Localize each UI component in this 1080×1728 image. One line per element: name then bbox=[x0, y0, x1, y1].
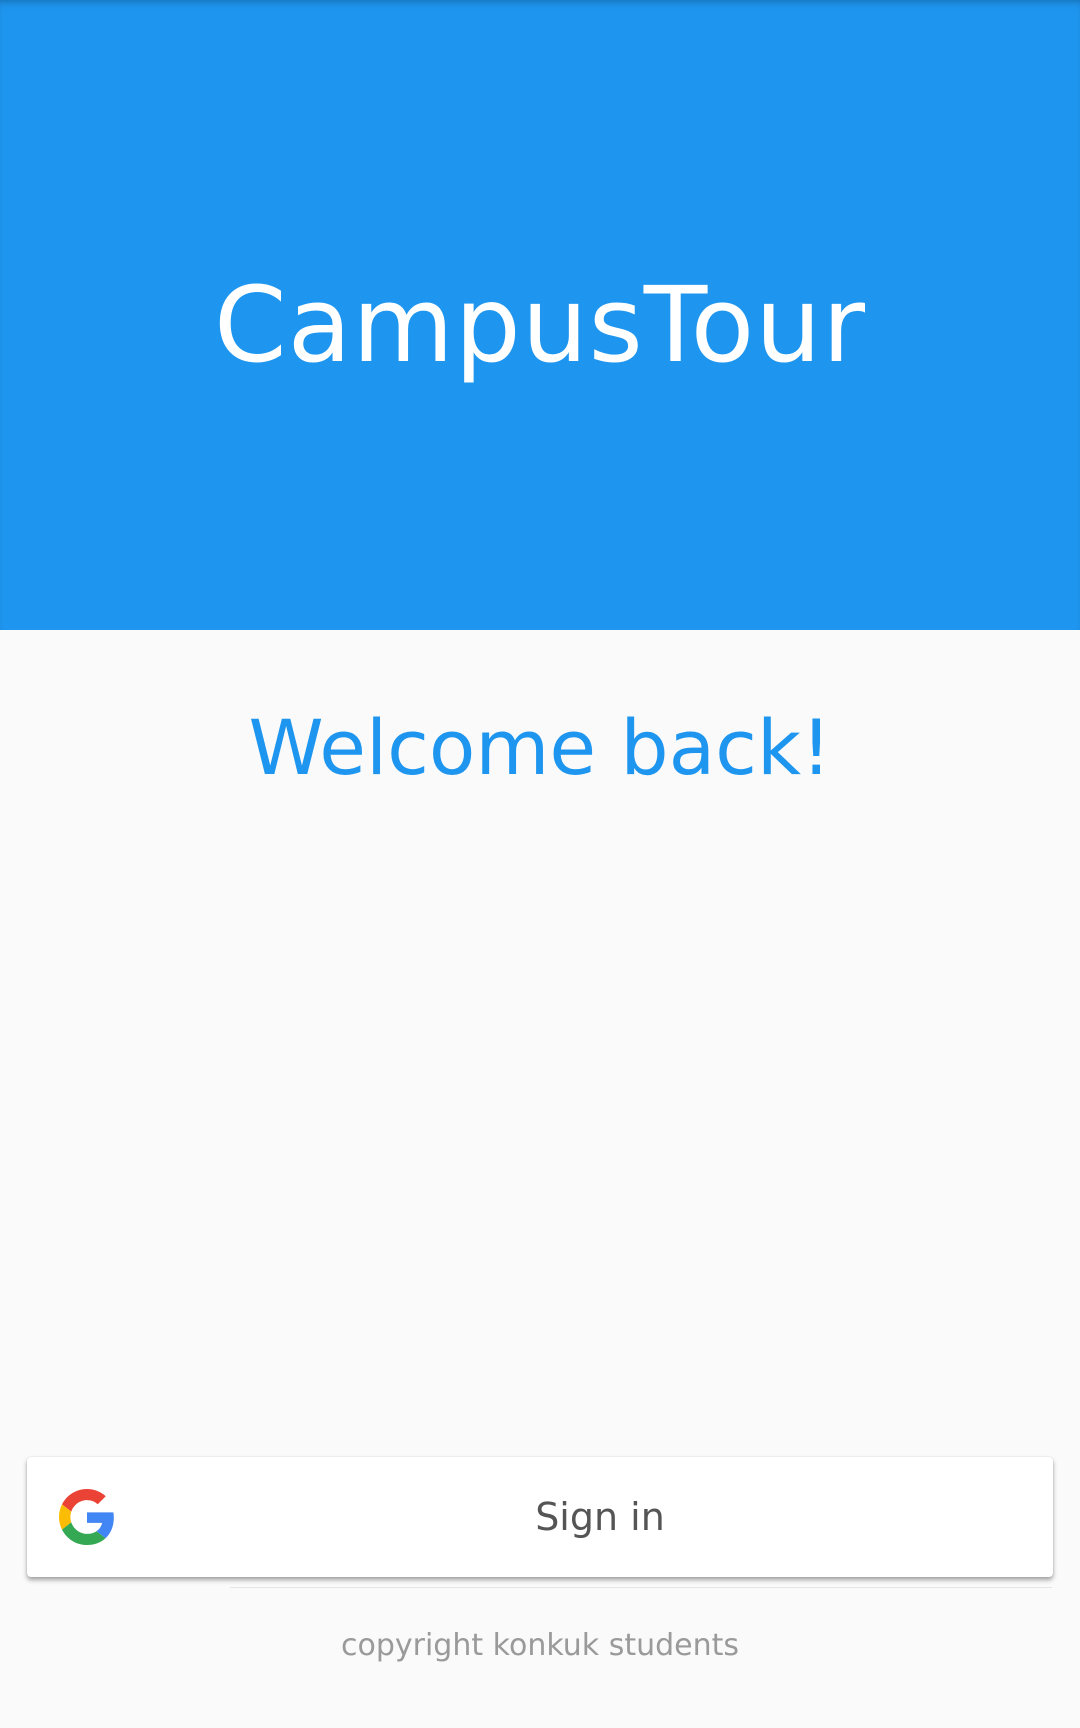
copyright-text: copyright konkuk students bbox=[340, 1628, 740, 1663]
welcome-message: Welcome back! bbox=[248, 703, 832, 792]
footer-divider bbox=[230, 1587, 1052, 1588]
app-title: CampusTour bbox=[214, 264, 866, 386]
google-sign-in-button[interactable]: Sign in bbox=[27, 1457, 1053, 1577]
header-banner: CampusTour bbox=[0, 0, 1080, 630]
google-g-icon bbox=[59, 1489, 114, 1545]
login-screen: CampusTour Welcome back! Sign in copyrig… bbox=[0, 0, 1080, 1728]
sign-in-label: Sign in bbox=[535, 1495, 665, 1539]
